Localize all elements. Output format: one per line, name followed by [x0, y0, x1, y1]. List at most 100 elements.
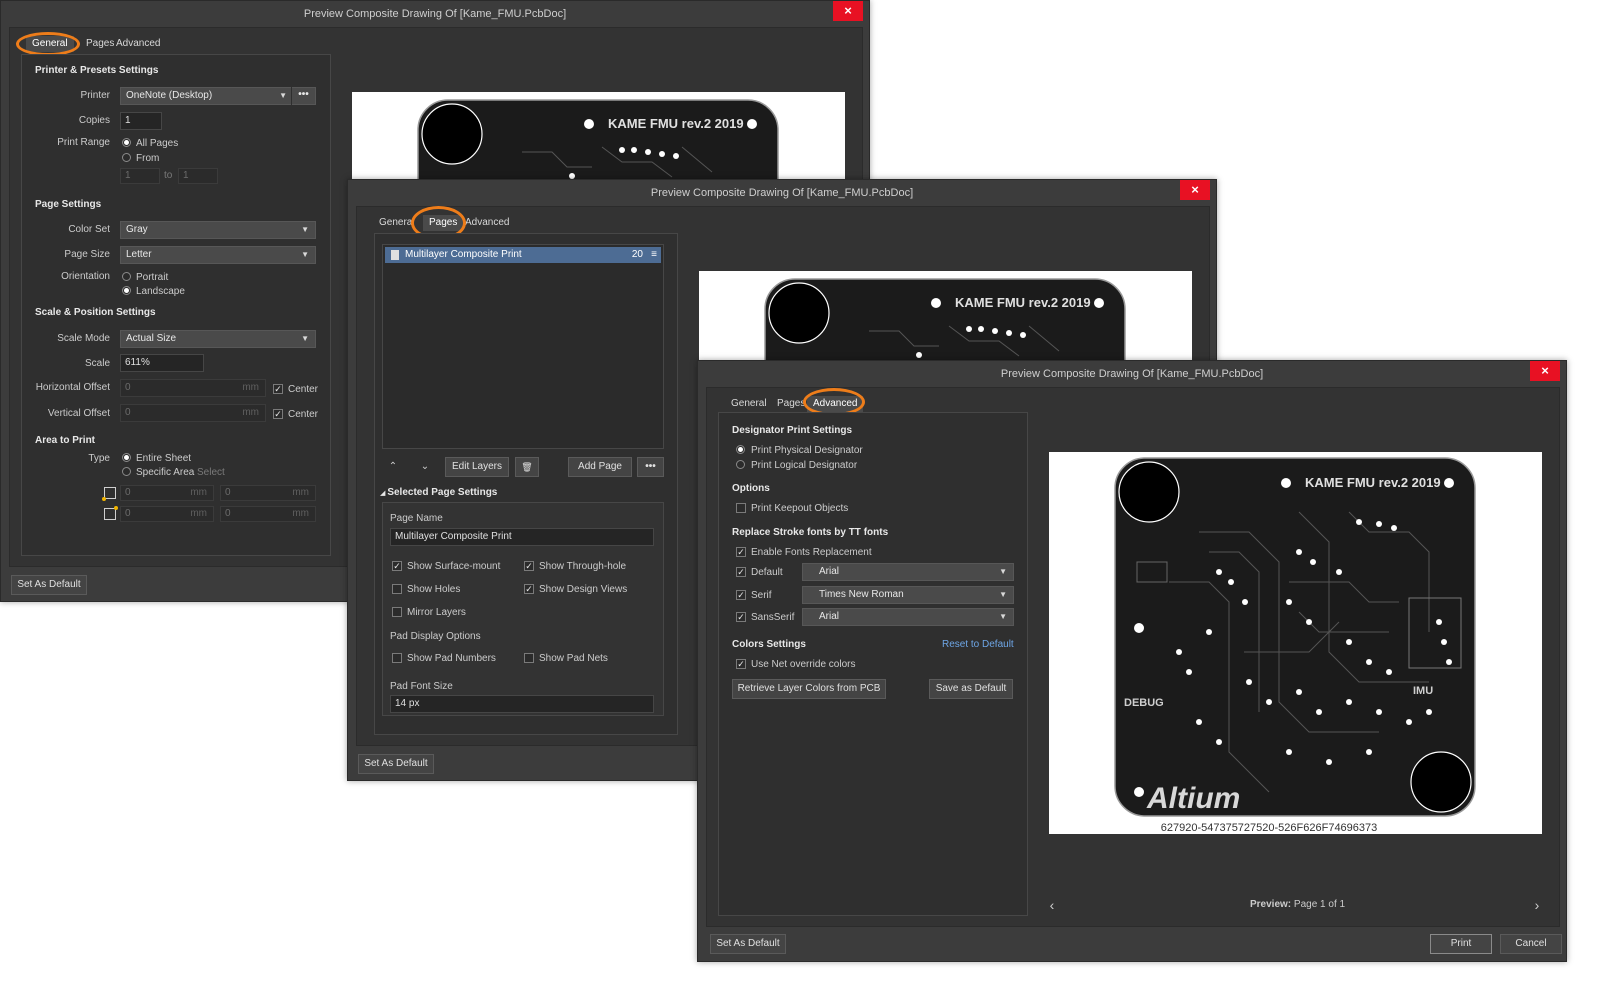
color-set-select[interactable]: Gray ▼ — [120, 221, 316, 239]
sansserif-font-checkbox[interactable]: ✓ — [736, 612, 746, 622]
printer-select[interactable]: OneNote (Desktop) ▼ ••• — [120, 87, 316, 105]
print-keepout-checkbox[interactable] — [736, 503, 746, 513]
show-pad-numbers-checkbox[interactable] — [392, 653, 402, 663]
more-options-button[interactable]: ••• — [637, 457, 664, 477]
menu-icon[interactable]: ≡ — [651, 247, 657, 263]
entire-sheet-radio[interactable] — [122, 453, 131, 462]
move-up-icon[interactable]: ⌃ — [382, 457, 404, 477]
pages-list[interactable]: Multilayer Composite Print 20 ≡ — [382, 244, 664, 449]
tab-pages[interactable]: Pages — [771, 396, 805, 412]
show-design-views-label: Show Design Views — [539, 584, 628, 595]
chevron-down-icon: ▼ — [999, 590, 1007, 599]
chevron-down-icon: ▼ — [301, 250, 309, 259]
enable-fonts-checkbox[interactable]: ✓ — [736, 547, 746, 557]
set-as-default-button[interactable]: Set As Default — [358, 754, 434, 774]
portrait-label: Portrait — [136, 272, 169, 283]
print-button[interactable]: Print — [1430, 934, 1492, 954]
horizontal-offset-input[interactable]: 0 mm — [120, 379, 266, 397]
h-center-checkbox[interactable]: ✓ — [273, 384, 283, 394]
board-title-text: KAME FMU rev.2 2019 — [955, 295, 1091, 310]
show-surface-mount-checkbox[interactable]: ✓ — [392, 561, 402, 571]
more-icon[interactable]: ••• — [291, 87, 315, 105]
show-pad-nets-checkbox[interactable] — [524, 653, 534, 663]
select-link[interactable]: Select — [197, 467, 225, 478]
add-page-button[interactable]: Add Page — [568, 457, 632, 477]
cancel-button[interactable]: Cancel — [1500, 934, 1562, 954]
range-to-input[interactable]: 1 — [178, 168, 218, 184]
landscape-radio[interactable] — [122, 286, 131, 295]
preview-page: Page 1 of 1 — [1293, 899, 1346, 910]
scale-mode-select[interactable]: Actual Size ▼ — [120, 330, 316, 348]
show-holes-checkbox[interactable] — [392, 584, 402, 594]
chevron-down-icon: ▼ — [301, 225, 309, 234]
next-page-icon[interactable]: › — [1526, 895, 1548, 915]
previous-page-icon[interactable]: ‹ — [1041, 895, 1063, 915]
tab-advanced[interactable]: Advanced — [459, 215, 515, 231]
trash-icon: 🗑 — [521, 462, 533, 472]
chevron-down-icon: ▼ — [301, 334, 309, 343]
show-through-hole-label: Show Through-hole — [539, 561, 627, 572]
serif-font-select[interactable]: Times New Roman ▼ — [802, 586, 1014, 604]
page-name-label: Page Name — [390, 513, 443, 524]
tab-advanced[interactable]: Advanced — [110, 36, 166, 52]
page-size-select[interactable]: Letter ▼ — [120, 246, 316, 264]
designator-header: Designator Print Settings — [732, 425, 853, 436]
preview-label: Preview: — [1250, 899, 1292, 910]
serif-font-checkbox[interactable]: ✓ — [736, 590, 746, 600]
specific-area-label: Specific Area — [136, 467, 195, 478]
all-pages-radio[interactable] — [122, 138, 131, 147]
area-x2-input[interactable]: 0 mm — [120, 506, 214, 522]
print-logical-radio[interactable] — [736, 460, 745, 469]
copies-input[interactable]: 1 — [120, 112, 162, 130]
print-physical-radio[interactable] — [736, 445, 745, 454]
default-font-select[interactable]: Arial ▼ — [802, 563, 1014, 581]
range-from-input[interactable]: 1 — [120, 168, 160, 184]
default-font-label: Default — [751, 567, 783, 578]
set-as-default-button[interactable]: Set As Default — [710, 934, 786, 954]
delete-page-button[interactable]: 🗑 — [515, 457, 539, 477]
dialog-body: General Pages Advanced Designator Print … — [706, 387, 1560, 927]
area-y2-input[interactable]: 0 mm — [220, 506, 316, 522]
from-radio[interactable] — [122, 153, 131, 162]
printer-value: OneNote (Desktop) — [126, 90, 213, 101]
vertical-offset-input[interactable]: 0 mm — [120, 404, 266, 422]
dialog-title: Preview Composite Drawing Of [Kame_FMU.P… — [698, 361, 1566, 387]
page-name-input[interactable]: Multilayer Composite Print — [390, 528, 654, 546]
portrait-radio[interactable] — [122, 272, 131, 281]
retrieve-colors-button[interactable]: Retrieve Layer Colors from PCB — [732, 679, 886, 699]
close-icon[interactable]: × — [1530, 361, 1560, 381]
options-header: Options — [732, 483, 770, 494]
move-down-icon[interactable]: ⌄ — [414, 457, 436, 477]
list-item[interactable]: Multilayer Composite Print 20 ≡ — [385, 247, 661, 263]
close-icon[interactable]: × — [833, 1, 863, 21]
selected-page-panel: Page Name Multilayer Composite Print ✓ S… — [382, 502, 664, 716]
default-font-checkbox[interactable]: ✓ — [736, 567, 746, 577]
printer-presets-header: Printer & Presets Settings — [35, 65, 159, 76]
pad-font-size-input[interactable]: 14 px — [390, 695, 654, 713]
printer-label: Printer — [80, 90, 110, 101]
save-as-default-button[interactable]: Save as Default — [929, 679, 1013, 699]
reset-to-default-link[interactable]: Reset to Default — [942, 639, 1014, 650]
v-center-checkbox[interactable]: ✓ — [273, 409, 283, 419]
serif-font-value: Times New Roman — [819, 589, 904, 600]
entire-sheet-label: Entire Sheet — [136, 453, 192, 464]
sansserif-font-label: SansSerif — [751, 612, 795, 623]
show-through-hole-checkbox[interactable]: ✓ — [524, 561, 534, 571]
set-as-default-button[interactable]: Set As Default — [11, 575, 87, 595]
sansserif-font-value: Arial — [819, 611, 840, 622]
area-y1-input[interactable]: 0 mm — [220, 485, 316, 501]
close-icon[interactable]: × — [1180, 180, 1210, 200]
mirror-layers-checkbox[interactable] — [392, 607, 402, 617]
edit-layers-button[interactable]: Edit Layers — [445, 457, 509, 477]
specific-area-radio[interactable] — [122, 467, 131, 476]
selected-page-header[interactable]: ◢ Selected Page Settings — [380, 487, 497, 498]
tab-general[interactable]: General — [725, 396, 773, 412]
sansserif-font-select[interactable]: Arial ▼ — [802, 608, 1014, 626]
show-design-views-checkbox[interactable]: ✓ — [524, 584, 534, 594]
scale-input[interactable]: 611% — [120, 354, 204, 372]
area-x1-input[interactable]: 0 mm — [120, 485, 214, 501]
vertical-offset-value: 0 — [125, 407, 131, 418]
use-net-override-checkbox[interactable]: ✓ — [736, 659, 746, 669]
area-y2-value: 0 — [225, 508, 231, 519]
dialog-advanced: Preview Composite Drawing Of [Kame_FMU.P… — [697, 360, 1567, 962]
